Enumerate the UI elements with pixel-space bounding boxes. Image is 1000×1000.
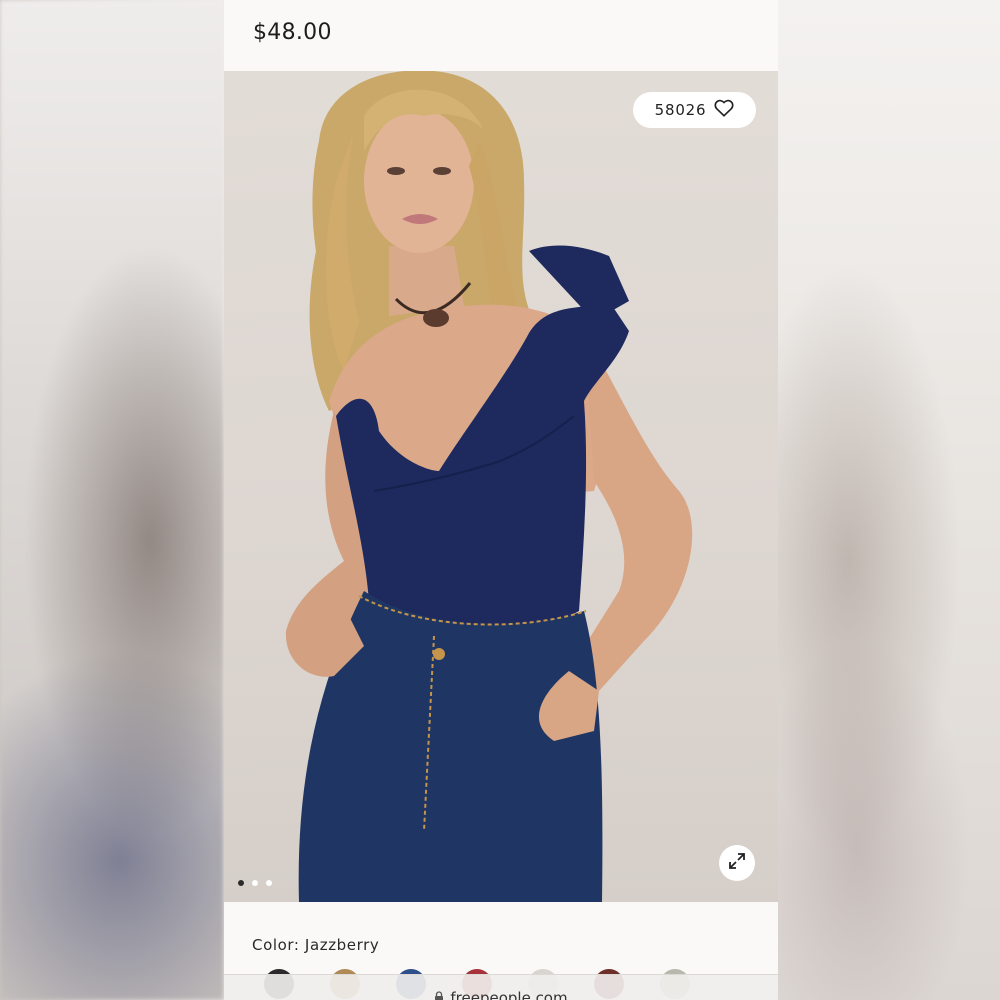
blurred-background-right bbox=[778, 0, 1000, 1000]
heart-icon bbox=[714, 99, 734, 121]
expand-icon bbox=[727, 851, 747, 875]
carousel-dot[interactable] bbox=[238, 880, 244, 886]
favorites-count: 58026 bbox=[654, 101, 707, 119]
carousel-dot[interactable] bbox=[252, 880, 258, 886]
selected-color-label: Color: Jazzberry bbox=[252, 936, 380, 954]
product-price: $48.00 bbox=[253, 20, 332, 45]
carousel-dot[interactable] bbox=[266, 880, 272, 886]
product-panel: $48.00 58026 Color: Jazzberry freepeople… bbox=[224, 0, 778, 1000]
product-image[interactable]: 58026 bbox=[224, 71, 778, 902]
favorite-button[interactable]: 58026 bbox=[633, 92, 756, 128]
carousel-indicator bbox=[238, 880, 272, 886]
browser-url-bar[interactable]: freepeople.com bbox=[224, 974, 778, 1000]
model-photo-illustration bbox=[285, 71, 693, 902]
browser-url: freepeople.com bbox=[450, 989, 568, 1000]
expand-image-button[interactable] bbox=[719, 845, 755, 881]
blurred-background-left bbox=[0, 0, 224, 1000]
lock-icon bbox=[434, 989, 444, 1000]
